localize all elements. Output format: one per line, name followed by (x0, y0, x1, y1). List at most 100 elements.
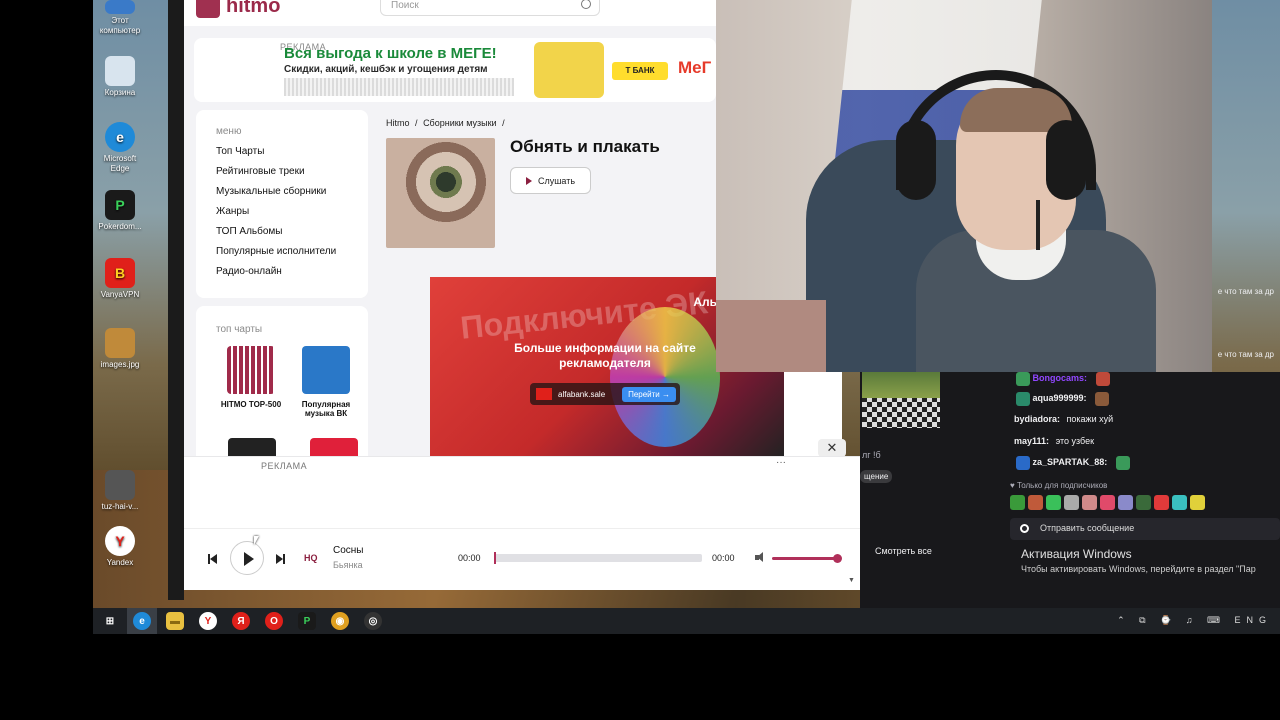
edge-icon[interactable]: e (133, 612, 151, 630)
top-charts-card: топ чарты HITMO TOP-500 Популярная музык… (196, 306, 368, 486)
emote-icon[interactable] (1028, 495, 1043, 510)
scroll-down-icon[interactable]: ▼ (848, 577, 855, 584)
hq-toggle[interactable]: HQ (304, 553, 318, 563)
close-ad-button[interactable]: ✕ (818, 439, 846, 457)
breadcrumb-home[interactable]: Hitmo (386, 118, 410, 128)
chat-message: bydiadora: покажи хуй (1014, 414, 1114, 424)
stream-thumbnail-scene (862, 372, 940, 398)
breadcrumb-collections[interactable]: Сборники музыки (423, 118, 496, 128)
webcam-overlay (716, 0, 1212, 372)
pokerdom-icon: P (105, 190, 135, 220)
track-artist[interactable]: Бьянка (333, 560, 363, 570)
desktop-icon-pokerdom[interactable]: P Pokerdom... (94, 190, 146, 232)
album-cover (386, 138, 495, 248)
ad-fine-print (284, 78, 514, 96)
ad-image (534, 42, 604, 98)
system-tray[interactable]: ⌃ ⧉ ⌚ ♫ ⌨ ENG (1117, 615, 1272, 626)
windows-start-icon[interactable]: ⊞ (101, 612, 119, 630)
menu-item-rating-tracks[interactable]: Рейтинговые треки (216, 166, 336, 186)
hitmo-logo-icon (196, 0, 220, 18)
listen-button[interactable]: Слушать (510, 167, 591, 194)
next-track-icon[interactable] (276, 554, 286, 564)
desktop-icon-yandex[interactable]: Y Yandex (94, 526, 146, 568)
vk-cover-icon (302, 346, 350, 394)
site-logo[interactable]: hitmo (196, 0, 280, 18)
image-file-icon (105, 328, 135, 358)
ad-more-icon[interactable]: ··· (776, 457, 786, 468)
current-time: 00:00 (458, 553, 481, 563)
ad-graphic (610, 307, 720, 447)
obs-icon[interactable]: ◎ (364, 612, 382, 630)
chat-message: aqua999999: (1014, 392, 1110, 406)
desktop-icon-recycle-bin[interactable]: Корзина (94, 56, 146, 98)
chart-tile-vk-popular[interactable]: Популярная музыка ВК (296, 346, 356, 418)
menu-item-popular-artists[interactable]: Популярные исполнители (216, 246, 336, 266)
top-ad-banner[interactable]: РЕКЛАМА Вся выгода к школе в МЕГЕ! Скидк… (194, 38, 716, 102)
chat-message: may111: это узбек (1014, 436, 1095, 446)
desktop-icon-vanyavpn[interactable]: B VanyaVPN (94, 258, 146, 300)
file-icon (105, 470, 135, 500)
pokerdom-icon[interactable]: P (298, 612, 316, 630)
chrome-icon[interactable]: ◉ (331, 612, 349, 630)
emote-picker-row (1010, 495, 1205, 510)
emote-icon[interactable] (1172, 495, 1187, 510)
search-input[interactable]: Поиск (380, 0, 600, 16)
site-header: hitmo Поиск (184, 0, 716, 26)
windows-activation-watermark: Активация Windows Чтобы активировать Win… (1021, 547, 1256, 574)
search-icon[interactable] (581, 0, 591, 9)
ad-link-row[interactable]: alfabank.sale Перейти → (530, 383, 680, 405)
chat-message: za_SPARTAK_88: (1014, 456, 1130, 470)
emote-icon[interactable] (1118, 495, 1133, 510)
chat-send-input[interactable]: Отправить сообщение (1010, 518, 1280, 540)
album-title: Обнять и плакать (510, 137, 660, 156)
explorer-icon[interactable]: ▬ (166, 612, 184, 630)
yandex-browser-icon[interactable]: Я (232, 612, 250, 630)
volume-slider[interactable] (772, 554, 842, 563)
watch-all-link[interactable]: Смотреть все (875, 546, 932, 556)
emote-icon (1095, 372, 1110, 386)
mouse-cursor-icon (254, 536, 262, 545)
top-charts-section-title: топ чарты (216, 324, 263, 335)
previous-track-icon[interactable] (208, 554, 218, 564)
sidebar-menu: меню Топ Чарты Рейтинговые треки Музыкал… (196, 110, 368, 298)
menu-item-genres[interactable]: Жанры (216, 206, 336, 226)
stream-badge: щение (860, 470, 893, 483)
track-title: Сосны (333, 545, 364, 556)
desktop-icon-images-jpg[interactable]: images.jpg (94, 328, 146, 370)
menu-item-radio[interactable]: Радио-онлайн (216, 266, 336, 286)
desktop-icon-tuz-hai[interactable]: tuz-hai-v... (94, 470, 146, 512)
headset-mic (1036, 200, 1040, 250)
menu-item-top-albums[interactable]: ТОП Альбомы (216, 226, 336, 246)
emote-icon[interactable] (1100, 495, 1115, 510)
yandex-icon[interactable]: Y (199, 612, 217, 630)
emote-icon (1115, 456, 1130, 470)
emote-icon[interactable] (1154, 495, 1169, 510)
menu-item-collections[interactable]: Музыкальные сборники (216, 186, 336, 206)
desktop-icon-edge[interactable]: e Microsoft Edge (94, 122, 146, 174)
pillow (716, 300, 826, 372)
progress-handle[interactable] (494, 552, 496, 564)
play-button[interactable] (230, 541, 264, 575)
emote-icon[interactable] (1136, 495, 1151, 510)
emote-icon[interactable] (1064, 495, 1079, 510)
volume-icon[interactable] (755, 552, 765, 562)
menu-item-top-charts[interactable]: Топ Чарты (216, 146, 336, 166)
opera-icon[interactable]: O (265, 612, 283, 630)
chart-tile-hitmo-top-500[interactable]: HITMO TOP-500 (216, 346, 286, 409)
desktop-icon-this-pc[interactable]: Этот компьютер (94, 0, 146, 36)
chat-settings-icon[interactable] (1020, 524, 1029, 533)
vpn-icon: B (105, 258, 135, 288)
headset-left-cup (896, 120, 936, 200)
headset-right-cup (1046, 120, 1086, 200)
emote-icon (1095, 392, 1110, 406)
ad-go-button[interactable]: Перейти → (622, 386, 676, 402)
emote-icon[interactable] (1010, 495, 1025, 510)
volume-handle[interactable] (833, 554, 842, 563)
emote-icon[interactable] (1082, 495, 1097, 510)
emote-icon[interactable] (1190, 495, 1205, 510)
bottom-ad[interactable]: РЕКЛАМА ··· (184, 456, 860, 528)
progress-bar[interactable] (494, 552, 702, 564)
badge-icon (1016, 392, 1030, 406)
emote-icon[interactable] (1046, 495, 1061, 510)
ad-info-text: Больше информации на сайте рекламодателя (514, 341, 696, 370)
